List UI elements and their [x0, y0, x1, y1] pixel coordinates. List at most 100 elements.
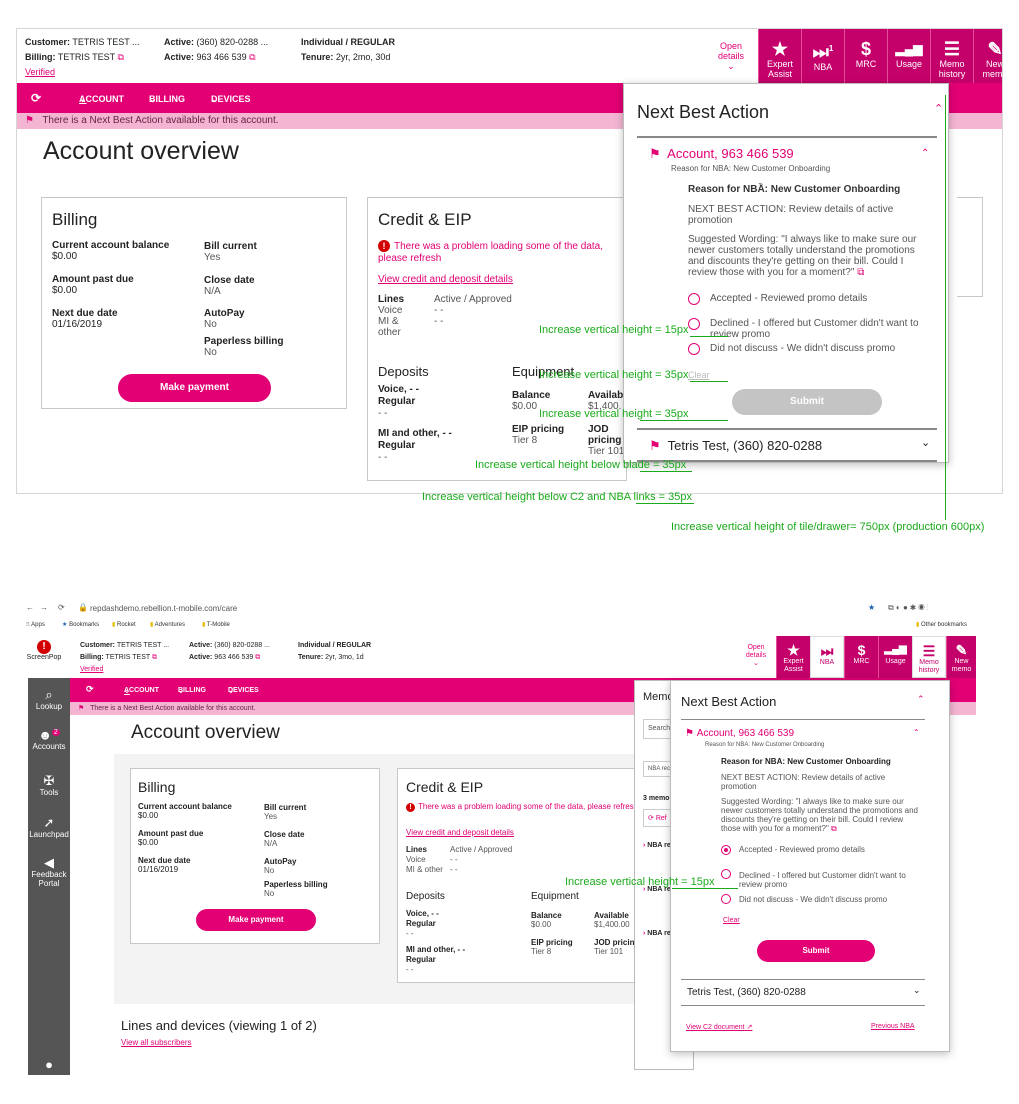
usage-button[interactable]: ▂▄▆ Usage: [887, 29, 930, 83]
verified-link[interactable]: Verified: [25, 67, 55, 77]
open-details-toggle[interactable]: Open details ⌄: [714, 41, 748, 71]
voice-label: Voice: [378, 305, 403, 316]
radio-declined-b[interactable]: [721, 869, 731, 879]
active-label-b: Active:: [189, 642, 213, 649]
radio-not-discussed[interactable]: [688, 343, 700, 355]
copy-icon[interactable]: ⧉: [152, 654, 157, 661]
bill-current-label-b: Bill current: [264, 803, 307, 812]
extensions-icon[interactable]: ⧉ ◐ ● ✱ ◉ ⋮: [888, 603, 929, 613]
submit-button-b[interactable]: Submit: [757, 940, 875, 962]
mrc-button-b[interactable]: $ MRC: [844, 636, 878, 678]
eip-value: Tier 8: [512, 435, 538, 446]
credit-error-b: ! There was a problem loading some of the…: [406, 802, 646, 812]
bookmark-star-icon[interactable]: ★: [868, 603, 875, 612]
autopay-value: No: [204, 319, 217, 330]
clear-link-b[interactable]: Clear: [723, 917, 740, 924]
radio-declined[interactable]: [688, 318, 700, 330]
verified-link-b[interactable]: Verified: [80, 666, 103, 673]
chevron-up-icon[interactable]: ⌃: [913, 728, 920, 737]
account-type-b: Individual / REGULAR: [298, 642, 372, 649]
copy-icon[interactable]: ⧉: [249, 52, 255, 62]
annotation-line: [640, 471, 692, 472]
copy-icon[interactable]: ⧉: [831, 824, 837, 833]
open-details-toggle-b[interactable]: Open details ⌄: [742, 644, 770, 668]
nba-account-header[interactable]: ⚑ Account, 963 466 539: [649, 146, 794, 162]
chevron-up-icon[interactable]: ⌃: [921, 148, 929, 159]
jod-value-b: Tier 101: [594, 947, 624, 956]
credit-details-link[interactable]: View credit and deposit details: [378, 274, 513, 285]
chevron-down-icon[interactable]: ⌄: [913, 985, 921, 996]
screenpop-logo[interactable]: ! ScreenPop: [26, 640, 62, 661]
expert-assist-button[interactable]: ★ Expert Assist: [758, 29, 801, 83]
chevron-down-icon[interactable]: ⌄: [921, 436, 930, 449]
credit-details-link-b[interactable]: View credit and deposit details: [406, 828, 514, 837]
nav-devices[interactable]: DEVICES ⌄: [211, 94, 251, 105]
nba-second-item-b[interactable]: Tetris Test, (360) 820-0288: [687, 987, 806, 998]
radio-not-discussed-b[interactable]: [721, 894, 731, 904]
nba-second-item[interactable]: ⚑ Tetris Test, (360) 820-0288: [649, 438, 822, 454]
bookmark-tmobile[interactable]: ▮ T-Mobile: [202, 621, 230, 628]
nav-account[interactable]: ACCOUNT ⌄: [79, 94, 124, 105]
other-bookmarks[interactable]: ▮ Other bookmarks: [916, 621, 967, 628]
nba-account-title: Account, 963 466 539: [667, 146, 794, 161]
nav-billing[interactable]: BILLING ⌄: [149, 94, 185, 105]
nba-button[interactable]: ⏭1 NBA: [801, 29, 844, 83]
chevron-up-icon[interactable]: ⌃: [934, 102, 943, 115]
sidebar-launchpad[interactable]: ➚ Launchpad: [28, 816, 70, 840]
nba-account-header-b[interactable]: ⚑ Account, 963 466 539: [685, 728, 794, 739]
submit-button[interactable]: Submit: [732, 389, 882, 415]
refresh-icon[interactable]: ⟳: [86, 684, 94, 695]
divider: [681, 1005, 925, 1006]
alert-icon: !: [37, 640, 51, 654]
nav-account-b[interactable]: ACCOUNT ⌄: [124, 687, 159, 695]
memo-history-button[interactable]: ☰ Memo history: [930, 29, 973, 83]
deposit-regular-2: Regular: [378, 440, 416, 451]
billing-name: TETRIS TEST: [57, 52, 116, 62]
nba-button-b[interactable]: ⏭ NBA: [810, 636, 844, 678]
nav-devices-b[interactable]: DEVICES ⌄: [228, 687, 259, 695]
make-payment-button-b[interactable]: Make payment: [196, 909, 316, 931]
user-icon[interactable]: ●: [28, 1058, 70, 1072]
active-phone-b: (360) 820-0288: [214, 642, 263, 649]
chevron-up-icon[interactable]: ⌃: [917, 694, 925, 705]
previous-nba-link[interactable]: Previous NBA: [871, 1023, 915, 1030]
apps-icon[interactable]: ⁝⁝ Apps: [26, 621, 45, 628]
deposit-regular-b: Regular: [406, 919, 436, 928]
new-memo-button[interactable]: ✎New memo: [973, 29, 1003, 83]
view-all-subscribers-link[interactable]: View all subscribers: [121, 1038, 192, 1047]
expert-assist-button-b[interactable]: ★ Expert Assist: [776, 636, 810, 678]
copy-icon[interactable]: ⧉: [857, 267, 864, 278]
copy-icon[interactable]: ⧉: [255, 654, 260, 661]
page-title: Account overview: [43, 137, 239, 165]
clear-link[interactable]: Clear: [688, 370, 710, 380]
lines-values-b: Active / Approved - - - -: [450, 845, 512, 875]
active-label: Active:: [164, 37, 195, 47]
sidebar-lookup[interactable]: ⌕ Lookup: [28, 688, 70, 712]
edit-icon: ✎: [987, 39, 1003, 59]
radio-accepted[interactable]: [688, 293, 700, 305]
sidebar-feedback[interactable]: ◀ Feedback Portal: [28, 856, 70, 889]
nav-billing-label: BILLING: [149, 94, 185, 104]
memo-history-button-b[interactable]: ☰ Memo history: [912, 636, 946, 678]
bookmark-star[interactable]: ★ Bookmarks: [62, 621, 99, 628]
nav-billing-b[interactable]: BILLING ⌄: [178, 687, 206, 695]
bookmark-rocket[interactable]: ▮ Rocket: [112, 621, 136, 628]
edit-icon: ✎: [955, 642, 968, 658]
option-accepted-label: Accepted - Reviewed promo details: [710, 293, 868, 304]
reload-icon[interactable]: ⟳: [58, 603, 65, 612]
mrc-button[interactable]: $ MRC: [844, 29, 887, 83]
refresh-icon[interactable]: ⟳: [31, 91, 41, 105]
bookmark-adventures[interactable]: ▮ Adventures: [150, 621, 185, 628]
forward-icon[interactable]: →: [40, 603, 48, 612]
sidebar-accounts[interactable]: ☻ 2 Accounts: [28, 726, 70, 752]
usage-button-b[interactable]: ▂▄▆ Usage: [878, 636, 912, 678]
new-memo-button-b[interactable]: ✎ New memo: [946, 636, 976, 678]
back-icon[interactable]: ←: [26, 603, 34, 612]
view-c2-document-link[interactable]: View C2 document ↗: [686, 1023, 752, 1031]
radio-accepted-b[interactable]: [721, 845, 731, 855]
url-bar[interactable]: repdashdemo.rebellion.t-mobile.com/care: [90, 604, 237, 613]
make-payment-button[interactable]: Make payment: [118, 374, 271, 402]
card-right-edge: [957, 197, 983, 297]
copy-icon[interactable]: ⧉: [118, 52, 124, 62]
sidebar-tools[interactable]: ✠ Tools: [28, 774, 70, 798]
